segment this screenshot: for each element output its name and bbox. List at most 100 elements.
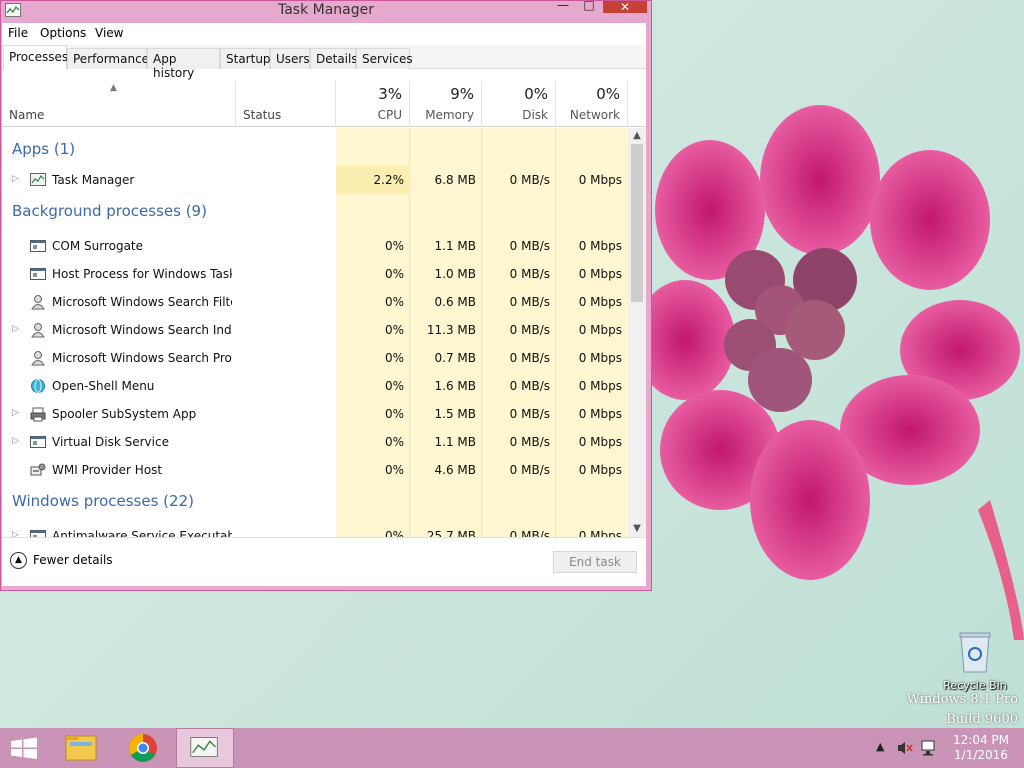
window-app-icon [30,530,46,537]
network-icon[interactable] [920,739,938,757]
group-header-row[interactable]: Apps (1) [2,128,628,170]
expand-chevron-icon[interactable]: ▷ [12,324,19,334]
group-header-row[interactable]: Background processes (9) [2,194,628,232]
close-button[interactable]: ✕ [603,1,647,13]
process-cpu: 0% [384,239,404,253]
maximize-button[interactable]: □ [579,0,599,11]
menu-view[interactable]: View [95,26,123,40]
fewer-details-label: Fewer details [33,553,113,567]
process-cpu: 0% [384,379,404,393]
tab-users[interactable]: Users [270,48,310,69]
recycle-bin-icon [959,632,991,673]
process-row[interactable]: ▷ Antimalware Service Executable 0% 25.7 MB… [2,522,628,537]
process-cpu: 0% [384,463,404,477]
process-cpu: 0% [384,267,404,281]
process-row[interactable]: Microsoft Windows Search Filte... 0% 0.6 M… [2,288,628,316]
start-button[interactable] [0,728,58,768]
wallpaper-flower [640,105,1024,640]
volume-muted-icon[interactable] [896,740,914,756]
menu-file[interactable]: File [8,26,28,40]
process-row[interactable]: Open-Shell Menu 0% 1.6 MB 0 MB/s 0 Mbps [2,372,628,400]
process-cpu: 0% [384,323,404,337]
header-name-label: Name [9,108,45,122]
taskbar-chrome[interactable] [116,728,174,768]
process-cpu: 0% [384,295,404,309]
fewer-details-button[interactable]: ▲ Fewer details [10,552,113,569]
process-network: 0 Mbps [578,267,622,281]
process-network: 0 Mbps [578,379,622,393]
process-disk: 0 MB/s [509,173,550,187]
process-name: Virtual Disk Service [52,435,169,449]
process-row[interactable]: ▷ Task Manager 2.2% 6.8 MB 0 MB/s 0 Mbps [2,166,628,194]
process-memory: 11.3 MB [426,323,476,337]
tab-processes[interactable]: Processes [3,45,68,70]
group-title: Apps (1) [12,140,76,158]
process-memory: 1.6 MB [434,379,476,393]
expand-chevron-icon[interactable]: ▷ [12,408,19,418]
process-disk: 0 MB/s [509,529,550,537]
scroll-up-icon[interactable]: ▲ [628,128,646,144]
chrome-icon [129,734,157,762]
tab-details[interactable]: Details [310,48,358,69]
process-disk: 0 MB/s [509,379,550,393]
title-bar[interactable]: Task Manager — □ ✕ [1,0,651,23]
window-app-icon [30,268,46,280]
header-memory[interactable]: 9% Memory [410,81,482,127]
minimize-button[interactable]: — [553,0,573,11]
tab-strip: Processes Performance App history Startu… [2,45,646,80]
taskbar-file-explorer[interactable] [58,728,116,768]
header-cpu[interactable]: 3% CPU [336,81,410,127]
process-cpu: 0% [384,407,404,421]
scroll-down-icon[interactable]: ▼ [628,521,646,537]
search-user-icon [31,323,45,338]
process-memory: 1.5 MB [434,407,476,421]
process-row[interactable]: ▷ Virtual Disk Service 0% 1.1 MB 0 MB/s 0 Mbp… [2,428,628,456]
tab-startup[interactable]: Startup [220,48,271,69]
taskbar-clock[interactable]: 12:04 PM 1/1/2016 [948,733,1014,763]
process-row[interactable]: COM Surrogate 0% 1.1 MB 0 MB/s 0 Mbps [2,232,628,260]
expand-chevron-icon[interactable]: ▷ [12,174,19,184]
process-memory: 4.6 MB [434,463,476,477]
process-disk: 0 MB/s [509,323,550,337]
tab-app-history[interactable]: App history [147,48,220,80]
tab-services[interactable]: Services [356,48,413,69]
process-memory: 6.8 MB [434,173,476,187]
process-name: Microsoft Windows Search Inde... [52,323,232,337]
process-row[interactable]: Host Process for Windows Tasks 0% 1.0 MB 0 … [2,260,628,288]
process-memory: 1.1 MB [434,435,476,449]
end-task-button[interactable]: End task [553,551,637,573]
header-status[interactable]: Status [236,81,336,127]
process-network: 0 Mbps [578,435,622,449]
process-network: 0 Mbps [578,295,622,309]
expand-chevron-icon[interactable]: ▷ [12,530,19,537]
process-cpu: 0% [384,529,404,537]
process-row[interactable]: ▷ Spooler SubSystem App 0% 1.5 MB 0 MB/s 0 Mb… [2,400,628,428]
group-header-row[interactable]: Windows processes (22) [2,484,628,522]
scroll-thumb[interactable] [631,144,643,302]
show-hidden-icons[interactable]: ▲ [876,740,884,753]
process-row[interactable]: Microsoft Windows Search Prot... 0% 0.7 MB… [2,344,628,372]
expand-chevron-icon[interactable]: ▷ [12,436,19,446]
tab-performance[interactable]: Performance [67,48,149,69]
recycle-bin-shortcut[interactable]: Recycle Bin [940,630,1010,692]
process-memory: 0.6 MB [434,295,476,309]
task-manager-window: Task Manager — □ ✕ File Options View Pro… [0,0,652,591]
process-row[interactable]: ▷ Microsoft Windows Search Inde... 0% 11.3 … [2,316,628,344]
taskbar-task-manager[interactable] [176,728,234,768]
header-network[interactable]: 0% Network [556,81,628,127]
process-network: 0 Mbps [578,239,622,253]
process-row[interactable]: WMI Provider Host 0% 4.6 MB 0 MB/s 0 Mbps [2,456,628,484]
menu-options[interactable]: Options [40,26,86,40]
window-app-icon [30,240,46,252]
vertical-scrollbar[interactable]: ▲ ▼ [628,128,646,537]
process-cpu: 0% [384,351,404,365]
windows-logo-icon [11,737,37,759]
taskbar: ▲ 12:04 PM 1/1/2016 [0,728,1024,768]
header-name[interactable]: ▲ Name [2,81,236,127]
task-manager-icon [30,173,46,186]
process-name: Microsoft Windows Search Prot... [52,351,232,365]
os-watermark: Windows 8.1 Pro Build 9600 [907,690,1018,728]
header-disk[interactable]: 0% Disk [482,81,556,127]
process-name: COM Surrogate [52,239,144,253]
watermark-edition: Windows 8.1 Pro [906,692,1018,707]
